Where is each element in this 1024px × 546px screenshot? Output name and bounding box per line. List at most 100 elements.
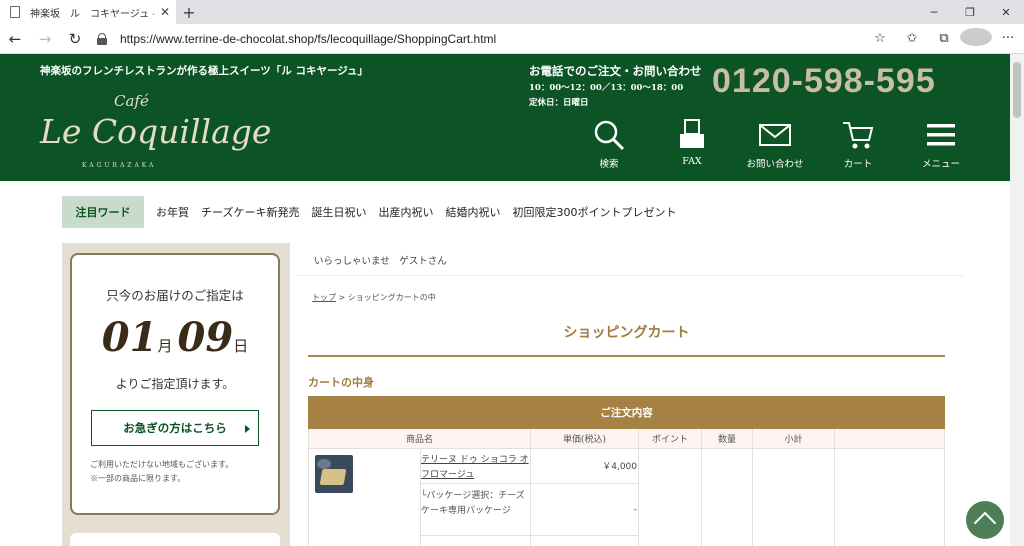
header-contact-label: お問い合わせ [746,159,804,170]
page-scrollbar[interactable] [1010,54,1024,546]
keyword-link[interactable]: 出産内祝い [378,204,433,220]
arrow-right-icon [245,425,250,433]
title-divider [308,355,945,357]
product-name-link[interactable]: テリーヌ ドゥ ショコラ オ フロマージュ [421,453,529,483]
sidebar-card [70,533,280,546]
disclaimer-line: ※一部の商品に限ります。 [90,474,186,483]
header-search-button[interactable]: 検索 [574,118,644,170]
avatar [960,27,992,46]
cell-divider [530,449,531,546]
table-row: テリーヌ ドゥ ショコラ オ フロマージュ └パッケージ選択：チーズケーキ専用パ… [308,449,945,546]
hamburger-menu-icon [927,124,955,146]
welcome-message: いらっしゃいませ ゲストさん [296,249,964,276]
column-header: ポイント [639,429,702,448]
delivery-day: 09 [177,314,234,361]
browser-tools: ☆ ✩ ⧉ ··· [864,27,1024,50]
page-title: ショッピングカート [563,325,690,341]
profile-button[interactable] [960,27,992,50]
urgent-order-label: お急ぎの方はこちら [123,421,227,435]
header-menu-button[interactable]: メニュー [906,118,976,170]
minimize-button[interactable]: ─ [916,0,952,24]
header-contact-button[interactable]: お問い合わせ [740,118,810,170]
refresh-button[interactable]: ↻ [60,24,90,54]
urgent-order-button[interactable]: お急ぎの方はこちら [91,410,259,446]
mail-icon [759,124,791,146]
delivery-day-unit: 日 [233,337,249,355]
header-fax-label: FAX [682,156,702,167]
column-header: 小計 [753,429,835,448]
phone-number[interactable]: 0120-598-595 [712,62,936,101]
phone-label: お電話でのご注文・お問い合わせ [529,64,702,78]
scroll-to-top-button[interactable] [966,501,1004,539]
scrollbar-thumb[interactable] [1013,62,1021,118]
product-price: ￥4,000 [602,462,637,472]
forward-button[interactable]: → [30,24,60,54]
favorites-icon[interactable]: ✩ [896,31,928,46]
order-table: ご注文内容 商品名 単価(税込) ポイント 数量 小計 テリーヌ ドゥ ショコラ… [308,396,945,546]
favorite-star-icon[interactable]: ☆ [864,31,896,46]
column-header: 数量 [702,429,753,448]
keyword-link[interactable]: 結婚内祝い [445,204,500,220]
keyword-link[interactable]: 初回限定300ポイントプレゼント [512,204,676,220]
delivery-disclaimer: ご利用いただけない地域もございます。 ※一部の商品に限ります。 [90,458,278,486]
keywords-title: 注目ワード [62,196,144,228]
maximize-button[interactable]: ❐ [952,0,988,24]
header-menu-label: メニュー [921,159,960,170]
back-button[interactable]: ← [0,24,30,54]
cell-divider [701,449,702,546]
breadcrumb-current: > ショッピングカートの中 [336,293,436,302]
tab-title: 神楽坂 ル コキヤージュ - ショッピ [30,8,154,20]
option-price: - [633,505,637,515]
cell-divider [420,449,421,546]
delivery-note: よりご指定頂けます。 [115,377,235,391]
more-icon[interactable]: ··· [992,31,1024,46]
delivery-month-unit: 月 [157,337,173,355]
business-hours: 10：00〜12：00／13：00〜18：00 [529,83,684,93]
holiday-info: 定休日：日曜日 [529,98,589,108]
fax-icon [680,119,704,148]
search-icon [594,120,625,151]
product-option: └パッケージ選択：チーズケーキ専用パッケージ [421,491,525,516]
cart-section-label: カートの中身 [308,376,374,389]
close-window-button[interactable]: ✕ [988,0,1024,24]
product-thumbnail[interactable] [315,455,353,493]
delivery-month: 01 [101,314,158,361]
left-sidebar: 只今のお届けのご指定は 01月 09日 よりご指定頂けます。 お急ぎの方はこちら… [62,243,290,546]
site-header: 神楽坂のフレンチレストランが作る極上スイーツ「ル コキヤージュ」 Café Le… [0,54,1010,181]
column-header [835,429,944,448]
page-icon [10,6,20,18]
url-text: https://www.terrine-de-chocolat.shop/fs/… [120,31,497,46]
window-controls: ─ ❐ ✕ [916,0,1024,24]
order-table-header: ご注文内容 [308,396,945,429]
new-tab-button[interactable]: + [176,0,202,24]
lock-icon[interactable] [96,32,108,45]
delivery-date: 01月 09日 [72,314,278,361]
address-bar: ← → ↻ https://www.terrine-de-chocolat.sh… [0,24,1024,54]
url-input[interactable]: https://www.terrine-de-chocolat.shop/fs/… [96,27,816,51]
order-table-columns: 商品名 単価(税込) ポイント 数量 小計 [308,429,945,449]
logo-sub: KAGURAZAKA [82,162,157,169]
disclaimer-line: ご利用いただけない地域もございます。 [90,460,234,469]
page-viewport: 神楽坂のフレンチレストランが作る極上スイーツ「ル コキヤージュ」 Café Le… [0,54,1024,546]
close-icon[interactable]: ✕ [160,5,170,19]
breadcrumb: トップ > ショッピングカートの中 [312,292,436,303]
delivery-label: 只今のお届けのご指定は [106,288,244,303]
keyword-link[interactable]: 誕生日祝い [311,204,366,220]
cart-icon [843,122,874,149]
delivery-date-card: 只今のお届けのご指定は 01月 09日 よりご指定頂けます。 お急ぎの方はこちら… [70,253,280,515]
cell-divider [752,449,753,546]
header-cart-button[interactable]: カート [823,118,893,170]
cell-divider [638,449,639,546]
logo-name: Le Coquillage [40,112,272,151]
browser-tab[interactable]: 神楽坂 ル コキヤージュ - ショッピ ✕ [0,0,176,24]
keyword-link[interactable]: チーズケーキ新発売 [201,204,299,220]
breadcrumb-home-link[interactable]: トップ [312,293,336,302]
header-fax-button[interactable]: FAX [657,118,727,167]
site-tagline: 神楽坂のフレンチレストランが作る極上スイーツ「ル コキヤージュ」 [40,65,368,77]
keyword-link[interactable]: お年賀 [156,204,189,220]
logo-cafe: Café [114,92,149,110]
collections-icon[interactable]: ⧉ [928,31,960,46]
featured-keywords: 注目ワード お年賀 チーズケーキ新発売 誕生日祝い 出産内祝い 結婚内祝い 初回… [62,196,676,228]
header-search-label: 検索 [599,159,619,170]
column-header: 商品名 [309,429,531,448]
